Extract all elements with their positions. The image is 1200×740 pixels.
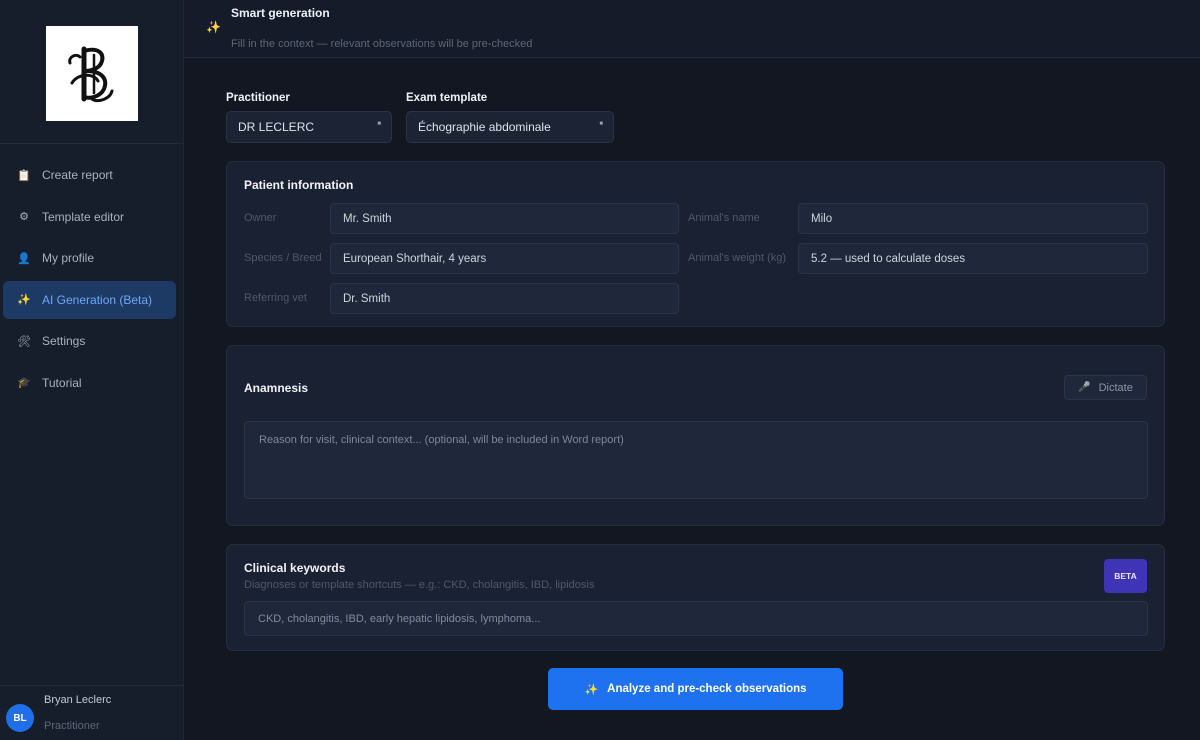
sidebar-item-create-report[interactable]: 📋 Create report xyxy=(3,156,176,194)
referring-vet-label: Referring vet xyxy=(244,292,307,304)
clinical-keywords-card: Clinical keywords Diagnoses or template … xyxy=(226,544,1165,651)
sidebar-item-label: Settings xyxy=(42,334,86,348)
anamnesis-placeholder: Reason for visit, clinical context... (o… xyxy=(259,434,624,446)
page-subtitle: Fill in the context — relevant observati… xyxy=(231,38,533,50)
animal-name-field[interactable]: Milo xyxy=(798,203,1148,234)
referring-vet-field[interactable]: Dr. Smith xyxy=(330,283,679,314)
sidebar-item-label: Create report xyxy=(42,168,113,182)
user-profile[interactable]: BL Bryan Leclerc Practitioner xyxy=(0,685,184,740)
avatar: BL xyxy=(6,704,34,732)
clinical-keywords-description: Diagnoses or template shortcuts — e.g.: … xyxy=(244,579,595,591)
exam-template-select[interactable]: Échographie abdominale ■ xyxy=(406,111,614,143)
sidebar: 📋 Create report ⚙ Template editor 👤 My p… xyxy=(0,0,184,740)
clinical-keywords-title: Clinical keywords xyxy=(244,561,346,575)
person-icon: 👤 xyxy=(17,252,31,265)
page-title: Smart generation xyxy=(231,6,330,20)
clinical-keywords-placeholder: CKD, cholangitis, IBD, early hepatic lip… xyxy=(258,612,541,625)
owner-label: Owner xyxy=(244,212,277,224)
dictate-label: Dictate xyxy=(1098,381,1133,394)
tools-icon: 🛠 xyxy=(17,335,31,348)
microphone-icon: 🎤 xyxy=(1078,382,1091,393)
user-meta: Bryan Leclerc Practitioner xyxy=(44,694,111,732)
select-caret-icon: ■ xyxy=(377,121,381,127)
analyze-button[interactable]: ✨ Analyze and pre-check observations xyxy=(548,668,843,710)
anamnesis-textarea[interactable]: Reason for visit, clinical context... (o… xyxy=(244,421,1148,499)
analyze-button-label: Analyze and pre-check observations xyxy=(607,683,807,695)
page-header: ✨ Smart generation Fill in the context —… xyxy=(184,0,1200,58)
owner-value: Mr. Smith xyxy=(343,212,392,225)
sparkles-icon: ✨ xyxy=(584,683,599,696)
owner-field[interactable]: Mr. Smith xyxy=(330,203,679,234)
gear-icon: ⚙ xyxy=(19,211,29,223)
species-field[interactable]: European Shorthair, 4 years xyxy=(330,243,679,274)
practitioner-value: DR LECLERC xyxy=(238,120,315,134)
sparkles-icon: ✨ xyxy=(206,20,221,34)
species-value: European Shorthair, 4 years xyxy=(343,252,487,265)
clinical-keywords-input[interactable]: CKD, cholangitis, IBD, early hepatic lip… xyxy=(244,601,1148,636)
sidebar-item-label: Tutorial xyxy=(42,375,82,390)
sidebar-item-label: Template editor xyxy=(42,209,125,224)
patient-info-title: Patient information xyxy=(244,178,354,192)
sidebar-item-tutorial[interactable]: 🎓 Tutorial xyxy=(3,364,176,402)
practitioner-label: Practitioner xyxy=(226,92,290,104)
exam-template-value: Échographie abdominale xyxy=(418,120,551,134)
sidebar-item-template-editor[interactable]: ⚙ Template editor xyxy=(3,198,176,236)
anamnesis-title: Anamnesis xyxy=(244,381,309,395)
logo-area xyxy=(0,0,183,144)
sidebar-nav: 📋 Create report ⚙ Template editor 👤 My p… xyxy=(0,156,184,405)
species-label: Species / Breed xyxy=(244,252,322,264)
animal-name-label: Animal's name xyxy=(688,212,760,224)
clipboard-icon: 📋 xyxy=(17,169,31,182)
exam-template-label: Exam template xyxy=(406,92,488,104)
weight-field[interactable]: 5.2 — used to calculate doses xyxy=(798,243,1148,274)
sidebar-item-ai-generation[interactable]: ✨ AI Generation (Beta) xyxy=(3,280,176,319)
patient-info-card: Patient information Owner Mr. Smith Anim… xyxy=(226,161,1165,327)
sidebar-item-my-profile[interactable]: 👤 My profile xyxy=(3,239,176,277)
referring-vet-value: Dr. Smith xyxy=(343,292,391,305)
user-role: Practitioner xyxy=(44,720,100,732)
practitioner-select[interactable]: DR LECLERC ■ xyxy=(226,111,392,143)
dictate-button[interactable]: 🎤 Dictate xyxy=(1064,375,1147,400)
weight-label: Animal's weight (kg) xyxy=(688,252,787,264)
select-caret-icon: ■ xyxy=(599,121,603,127)
logo-monogram-icon xyxy=(67,46,113,102)
animal-name-value: Milo xyxy=(811,212,833,225)
weight-value: 5.2 — used to calculate doses xyxy=(811,252,966,265)
sidebar-item-label: AI Generation (Beta) xyxy=(42,292,153,307)
beta-badge: BETA xyxy=(1104,559,1147,593)
sparkles-icon: ✨ xyxy=(17,294,31,306)
sidebar-item-settings[interactable]: 🛠 Settings xyxy=(3,322,176,360)
anamnesis-card: Anamnesis 🎤 Dictate Reason for visit, cl… xyxy=(226,345,1165,526)
app-logo[interactable] xyxy=(45,26,138,121)
user-name: Bryan Leclerc xyxy=(44,694,112,706)
sidebar-item-label: My profile xyxy=(42,251,95,265)
graduation-cap-icon: 🎓 xyxy=(17,377,31,389)
